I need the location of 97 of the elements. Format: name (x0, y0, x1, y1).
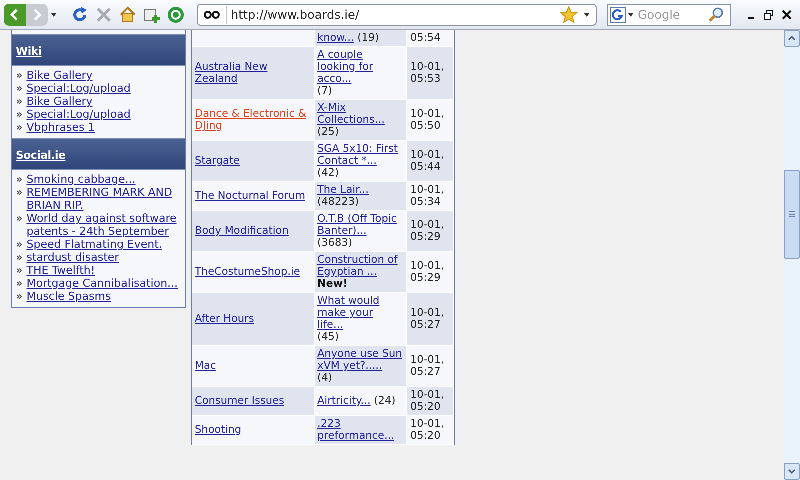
new-label: New! (318, 278, 348, 290)
grip-icon (789, 211, 795, 218)
bullet-marker: » (16, 186, 23, 201)
home-icon[interactable] (119, 6, 137, 24)
scroll-up-button[interactable] (784, 30, 800, 47)
reply-count: (48223) (318, 196, 360, 208)
reply-count: (24) (374, 395, 396, 407)
post-date: 10-01, (410, 260, 446, 272)
star-icon[interactable] (560, 6, 578, 24)
sidebar-link[interactable]: Bike Gallery (26, 95, 93, 108)
post-time: 05:29 (410, 272, 442, 284)
post-date: 10-01, (410, 307, 446, 319)
site-icon (204, 10, 220, 20)
forum-link[interactable]: Stargate (195, 155, 240, 167)
section-heading-link[interactable]: Social.ie (16, 149, 66, 162)
search-field[interactable]: Google (607, 4, 731, 26)
sidebar-link[interactable]: Special:Log/upload (26, 108, 131, 121)
bullet-marker: » (16, 251, 23, 264)
bullet-marker: » (16, 290, 23, 303)
post-date: 10-01, (410, 149, 446, 161)
reply-count: (19) (358, 32, 380, 44)
forum-link[interactable]: After Hours (195, 313, 254, 325)
post-time: 05:20 (410, 401, 442, 413)
thread-link[interactable]: know... (318, 32, 354, 44)
search-icon[interactable] (708, 6, 724, 22)
search-input[interactable]: Google (638, 6, 708, 24)
restore-icon[interactable] (764, 10, 774, 20)
sidebar-link[interactable]: World day against software patents - 24th September (26, 212, 181, 238)
reply-count: (7) (318, 85, 332, 97)
sidebar-link[interactable]: Mortgage Cannibalisation... (26, 277, 178, 290)
post-date: 10-01, (410, 418, 446, 430)
up-chevron-icon (788, 36, 796, 41)
dropdown-caret-icon[interactable] (51, 12, 57, 16)
thread-link[interactable]: O.T.B (Off Topic Banter)... (318, 213, 402, 237)
forum-link[interactable]: Shooting (195, 424, 242, 436)
thread-link[interactable]: The Lair... (318, 184, 369, 196)
bullet-marker: » (16, 95, 23, 108)
post-time: 05:54 (410, 32, 442, 44)
post-time: 05:53 (410, 73, 442, 85)
reply-count: (45) (318, 331, 340, 343)
post-time: 05:27 (410, 319, 442, 331)
sidebar-link[interactable]: REMEMBERING MARK AND BRIAN RIP. (26, 186, 181, 212)
dropdown-caret-icon[interactable] (584, 12, 590, 16)
sidebar-link[interactable]: Muscle Spasms (26, 290, 112, 303)
thread-link[interactable]: Anyone use Sun xVM yet?..... (318, 348, 402, 372)
post-date: 10-01, (410, 61, 446, 73)
scrollbar[interactable] (784, 30, 800, 480)
reply-count: (3683) (318, 237, 352, 249)
sidebar-link[interactable]: Smoking cabbage... (26, 173, 136, 186)
scroll-down-button[interactable] (784, 463, 800, 480)
bullet-marker: » (16, 238, 23, 251)
bullet-marker: » (16, 277, 23, 290)
sidebar-link[interactable]: Bike Gallery (26, 69, 93, 82)
thread-link[interactable]: X-Mix Collections... (318, 102, 402, 126)
dropdown-caret-icon[interactable] (628, 12, 634, 16)
thread-link[interactable]: Airtricity... (318, 395, 371, 407)
refresh-icon[interactable] (71, 6, 89, 24)
post-time: 05:44 (410, 161, 442, 173)
thread-link[interactable]: SGA 5x10: First Contact *... (318, 143, 402, 167)
bullet-marker: » (16, 212, 23, 227)
thread-link[interactable]: Construction of Egyptian ... (318, 254, 402, 278)
post-date: 10-01, (410, 108, 446, 120)
post-time: 05:20 (410, 430, 442, 442)
down-chevron-icon (788, 469, 796, 474)
thread-link[interactable]: What would make your life... (318, 295, 402, 331)
close-icon[interactable] (782, 10, 792, 20)
post-time: 05:50 (410, 120, 442, 132)
sidebar-link[interactable]: stardust disaster (26, 251, 120, 264)
bullet-marker: » (16, 264, 23, 277)
post-date: 10-01, (410, 354, 446, 366)
post-date: 10-01, (410, 184, 446, 196)
sidebar-link[interactable]: THE Twelfth! (26, 264, 96, 277)
circle-logo-icon[interactable] (167, 6, 185, 24)
post-time: 05:27 (410, 366, 442, 378)
post-date: 10-01, (410, 219, 446, 231)
scroll-thumb[interactable] (784, 170, 800, 259)
address-bar[interactable]: http://www.boards.ie/ (197, 4, 597, 26)
bullet-marker: » (16, 108, 23, 121)
forum-link[interactable]: Mac (195, 360, 216, 372)
g-logo-icon[interactable] (610, 6, 626, 22)
url-text: http://www.boards.ie/ (226, 6, 560, 24)
post-time: 05:34 (410, 196, 442, 208)
bullet-marker: » (16, 69, 23, 82)
back-button[interactable] (4, 4, 26, 26)
bullet-marker: » (16, 82, 23, 95)
bullet-marker: » (16, 173, 23, 186)
section-heading-link[interactable]: Wiki (16, 45, 42, 58)
post-date: 10-01, (410, 389, 446, 401)
reply-count: (42) (318, 167, 340, 179)
sidebar-link[interactable]: Special:Log/upload (26, 82, 131, 95)
reply-count: (25) (318, 126, 340, 138)
sidebar-link[interactable]: Vbphrases 1 (26, 121, 96, 134)
thread-link[interactable]: A couple looking for acco... (318, 49, 402, 85)
sidebar-link[interactable]: Speed Flatmating Event. (26, 238, 162, 251)
bullet-marker: » (16, 121, 23, 134)
reply-count: (4) (318, 372, 332, 384)
post-time: 05:29 (410, 231, 442, 243)
